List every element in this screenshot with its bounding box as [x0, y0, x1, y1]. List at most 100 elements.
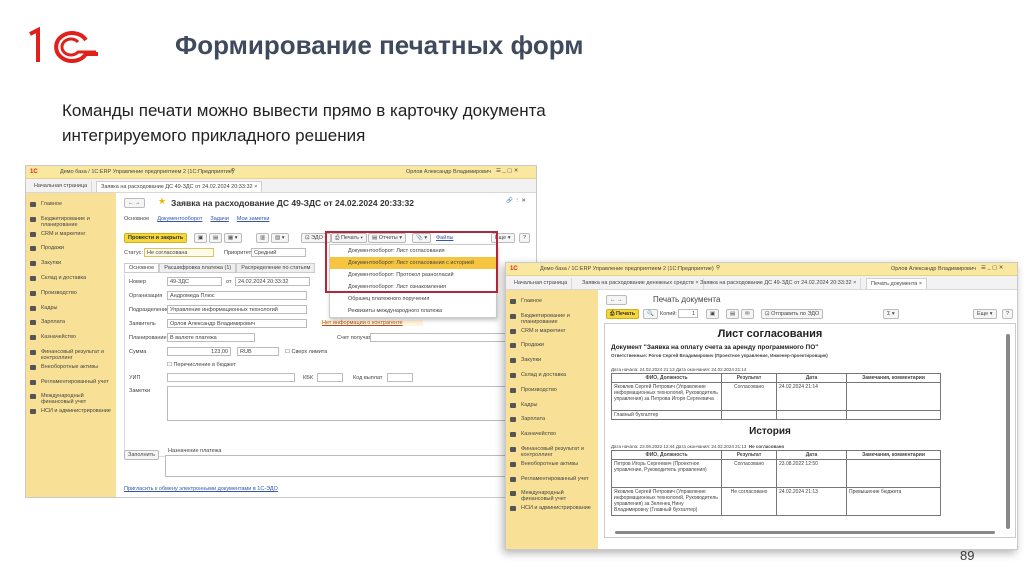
sidebar-item[interactable]: CRM и маркетинг	[30, 231, 116, 237]
nav-tab[interactable]: Мои заметки	[237, 216, 270, 222]
sum-button[interactable]: Σ ▾	[883, 309, 899, 319]
print-doc-button[interactable]: ⎙ Печать	[606, 309, 640, 319]
sidebar-item[interactable]: Казначейство	[510, 431, 596, 438]
horizontal-scrollbar[interactable]	[615, 531, 995, 534]
attach-button[interactable]: ▥	[256, 233, 270, 243]
payment-code-field[interactable]	[387, 373, 413, 382]
search-icon[interactable]: ⚲	[716, 265, 720, 271]
more-button[interactable]: Еще ▾	[973, 309, 997, 319]
uip-field[interactable]	[167, 373, 295, 382]
applicant-label: Заявитель	[129, 321, 156, 327]
back-button[interactable]: ← →	[124, 198, 145, 208]
applicant-field[interactable]: Орлов Александр Владимирович	[167, 319, 307, 328]
sidebar-item[interactable]: Зарплата	[510, 416, 596, 423]
sidebar-item[interactable]: Международный финансовый учет	[30, 393, 116, 405]
purpose-field[interactable]	[165, 455, 536, 477]
sidebar-item[interactable]: Казначейство	[30, 334, 116, 341]
sidebar-item[interactable]: Бюджетирование и планирование	[30, 216, 116, 228]
date-label: от	[226, 279, 232, 285]
sidebar-item-label: Склад и доставка	[41, 275, 87, 281]
fill-button[interactable]: Заполнить	[124, 450, 160, 460]
window-controls[interactable]: ☰ _ ▢ ✕	[981, 265, 1003, 271]
org-field[interactable]: Андромеда Плюс	[167, 291, 307, 300]
sidebar-item[interactable]: Бюджетирование и планирование	[510, 313, 596, 325]
sidebar-item[interactable]: Склад и доставка	[510, 372, 596, 378]
sidebar-item[interactable]: Внеоборотные активы	[510, 461, 596, 467]
sidebar-item[interactable]: Закупки	[510, 357, 596, 364]
priority-field[interactable]: Средний	[251, 248, 306, 257]
sidebar-item[interactable]: НСИ и администрирование	[510, 505, 596, 512]
sidebar-item[interactable]: Главное	[510, 298, 596, 304]
save-button[interactable]: ▣	[194, 233, 208, 243]
structure-button[interactable]: ▦ ▾	[224, 233, 242, 243]
dept-field[interactable]: Управление информационных технологий	[167, 305, 307, 314]
preview-button[interactable]: 🔍	[643, 309, 658, 319]
sidebar-item[interactable]: CRM и маркетинг	[510, 328, 596, 334]
tab-item[interactable]: Заявка на расходование ДС 49-ЗДС от 24.0…	[696, 278, 862, 289]
sidebar-item[interactable]: Внеоборотные активы	[30, 364, 116, 370]
sidebar-item[interactable]: Кадры	[510, 402, 596, 408]
nav-tab[interactable]: Основное	[124, 216, 149, 222]
help-button[interactable]: ?	[519, 233, 531, 243]
tab-item[interactable]: Начальная страница	[30, 181, 93, 192]
edit-button[interactable]: ▣	[706, 309, 720, 319]
notes-field[interactable]	[167, 386, 536, 421]
search-icon[interactable]: ⚲	[231, 168, 235, 174]
number-field[interactable]: 49-ЗДС	[167, 277, 222, 286]
sum-field[interactable]: 123,00	[167, 347, 231, 356]
tab-item[interactable]: Заявка на расходование денежных средств …	[578, 278, 704, 289]
sidebar-item[interactable]: Продажи	[30, 245, 116, 252]
print-menu-item[interactable]: Образец платежного поручения	[330, 293, 496, 305]
nav-tab[interactable]: Задачи	[210, 216, 228, 222]
currency-field[interactable]: RUB	[237, 347, 279, 356]
sidebar-item[interactable]: НСИ и администрирование	[30, 408, 116, 415]
sidebar-item[interactable]: Производство	[510, 387, 596, 393]
sidebar-item[interactable]: Регламентированный учет	[510, 476, 596, 482]
form-tab[interactable]: Расшифровка платежа (1)	[159, 263, 237, 273]
sidebar-item[interactable]: Финансовый результат и контроллинг	[510, 446, 596, 458]
favorite-star-icon[interactable]: ★	[158, 196, 166, 207]
tab-item[interactable]: Начальная страница	[510, 278, 573, 289]
tab-item[interactable]: Печать документа ×	[866, 278, 928, 289]
invite-edo-link[interactable]: Пригласить к обмену электронными докумен…	[124, 486, 278, 492]
save-button[interactable]: ▤	[726, 309, 740, 319]
sidebar-item[interactable]: Склад и доставка	[30, 275, 116, 281]
sidebar-item[interactable]: Продажи	[510, 342, 596, 349]
sidebar-item[interactable]: Финансовый результат и контроллинг	[30, 349, 116, 361]
vertical-scrollbar[interactable]	[1006, 334, 1010, 529]
form-tab[interactable]: Распределение по статьям	[236, 263, 316, 273]
over-limit-checkbox[interactable]: ☐ Сверх лимита	[285, 349, 327, 355]
status-field[interactable]: Не согласована	[144, 248, 214, 257]
table-cell	[721, 410, 777, 420]
form-tab[interactable]: Основное	[124, 263, 160, 273]
sidebar-item[interactable]: Зарплата	[30, 319, 116, 326]
post-button[interactable]: ▤	[209, 233, 223, 243]
window-controls[interactable]: ☰ _ ▢ ✕	[496, 168, 518, 174]
back-button[interactable]: ← →	[606, 295, 627, 305]
sum-label: Сумма	[129, 349, 147, 355]
sidebar-item-label: Производство	[521, 386, 557, 393]
planning-field[interactable]: В валюте платежа	[167, 333, 255, 342]
window-title: Демо база / 1С:ERP Управление предприяти…	[60, 169, 234, 175]
copies-field[interactable]: 1	[678, 309, 698, 318]
create-button[interactable]: ▧ ▾	[271, 233, 289, 243]
nav-tab[interactable]: Документооборот	[157, 216, 202, 222]
sidebar-item[interactable]: Производство	[30, 290, 116, 296]
post-and-close-button[interactable]: Провести и закрыть	[124, 233, 188, 243]
sidebar-item[interactable]: Регламентированный учет	[30, 379, 116, 385]
tab-item[interactable]: Заявка на расходование ДС 49-ЗДС от 24.0…	[96, 181, 263, 192]
mail-button[interactable]: ✉	[741, 309, 754, 319]
print-menu-item[interactable]: Реквизиты международного платежа	[330, 305, 496, 317]
sidebar-item[interactable]: Международный финансовый учет	[510, 490, 596, 502]
kbk-field[interactable]	[317, 373, 343, 382]
section-icon	[30, 231, 36, 237]
window-menu-icons[interactable]: 🔗 ⋮ ✕	[506, 198, 526, 204]
date-field[interactable]: 24.02.2024 20:33:32	[235, 277, 310, 286]
no-contractor-info-link[interactable]: Нет информации о контрагенте	[320, 320, 423, 326]
budget-transfer-checkbox[interactable]: ☐ Перечисление в бюджет	[167, 362, 236, 368]
sidebar-item[interactable]: Кадры	[30, 305, 116, 311]
send-edo-button[interactable]: ⊡ Отправить по ЭДО	[761, 309, 824, 319]
sidebar-item[interactable]: Закупки	[30, 260, 116, 267]
sidebar-item[interactable]: Главное	[30, 201, 116, 207]
help-button[interactable]: ?	[1002, 309, 1014, 319]
